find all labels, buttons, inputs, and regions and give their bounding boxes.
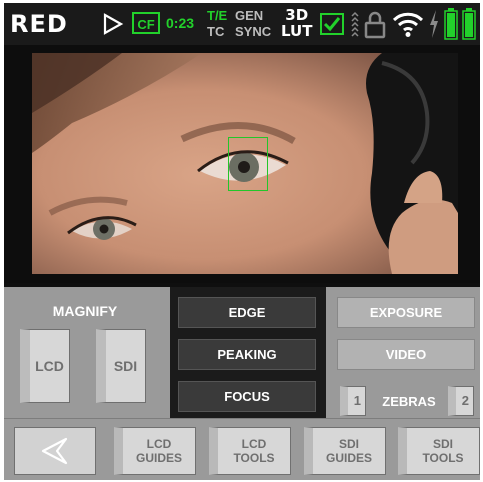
lut-top-label: 3D (285, 6, 309, 24)
sdi-tools-button[interactable]: SDI TOOLS (398, 427, 480, 475)
lut-indicator[interactable]: 3D LUT (281, 7, 312, 39)
nav-line2: GUIDES (325, 451, 372, 465)
video-viewport[interactable] (4, 45, 480, 283)
te-label: T/E (207, 8, 228, 23)
sync-label: SYNC (235, 24, 272, 39)
tools-panel: MAGNIFY LCD SDI EDGE PEAKING FOCUS EXPOS… (4, 287, 480, 418)
zebra-1-button[interactable]: 1 (340, 386, 366, 416)
checkbox-icon (320, 13, 344, 35)
status-bar: RED CF 0:23 T/E TC GEN SYNC 3D LUT (4, 3, 480, 45)
magnify-lcd-button[interactable]: LCD (20, 329, 70, 403)
peaking-button[interactable]: PEAKING (178, 339, 316, 370)
video-button[interactable]: VIDEO (337, 339, 475, 370)
lcd-tools-button[interactable]: LCD TOOLS (209, 427, 291, 475)
focus-tools-group: EDGE PEAKING FOCUS (170, 287, 326, 418)
nav-line1: LCD (146, 437, 172, 451)
bottom-nav: LCD GUIDES LCD TOOLS SDI GUIDES SDI TOOL… (4, 418, 480, 480)
power-bolt-icon (430, 10, 438, 38)
media-time: 0:23 (166, 15, 195, 31)
lock-icon (364, 11, 386, 39)
tc-label: TC (207, 24, 225, 39)
magnify-sdi-button[interactable]: SDI (96, 329, 146, 403)
nav-line2: GUIDES (135, 451, 182, 465)
nav-line2: TOOLS (422, 451, 464, 465)
media-indicator[interactable]: CF (132, 12, 160, 34)
battery-icon (444, 8, 476, 40)
nav-line1: SDI (432, 437, 453, 451)
nav-line2: TOOLS (233, 451, 275, 465)
back-button[interactable] (14, 427, 96, 475)
wifi-icon (392, 12, 424, 37)
nav-line1: SDI (338, 437, 359, 451)
zebra-2-button[interactable]: 2 (448, 386, 474, 416)
lcd-guides-button[interactable]: LCD GUIDES (114, 427, 196, 475)
camera-screen: RED CF 0:23 T/E TC GEN SYNC 3D LUT MAGNI… (4, 3, 480, 480)
play-arrow-icon (103, 13, 124, 35)
lut-bottom-label: LUT (281, 22, 313, 40)
magnify-label: MAGNIFY (52, 303, 118, 319)
back-arrow-icon (41, 437, 68, 465)
focus-box[interactable] (228, 137, 268, 191)
nav-line1: LCD (241, 437, 267, 451)
gen-label: GEN (235, 8, 264, 23)
zebras-label: ZEBRAS (382, 394, 436, 409)
audio-meter-icon (351, 11, 359, 37)
red-logo: RED (10, 10, 68, 38)
focus-button[interactable]: FOCUS (178, 381, 316, 412)
edge-button[interactable]: EDGE (178, 297, 316, 328)
sdi-guides-button[interactable]: SDI GUIDES (304, 427, 386, 475)
exposure-button[interactable]: EXPOSURE (337, 297, 475, 328)
